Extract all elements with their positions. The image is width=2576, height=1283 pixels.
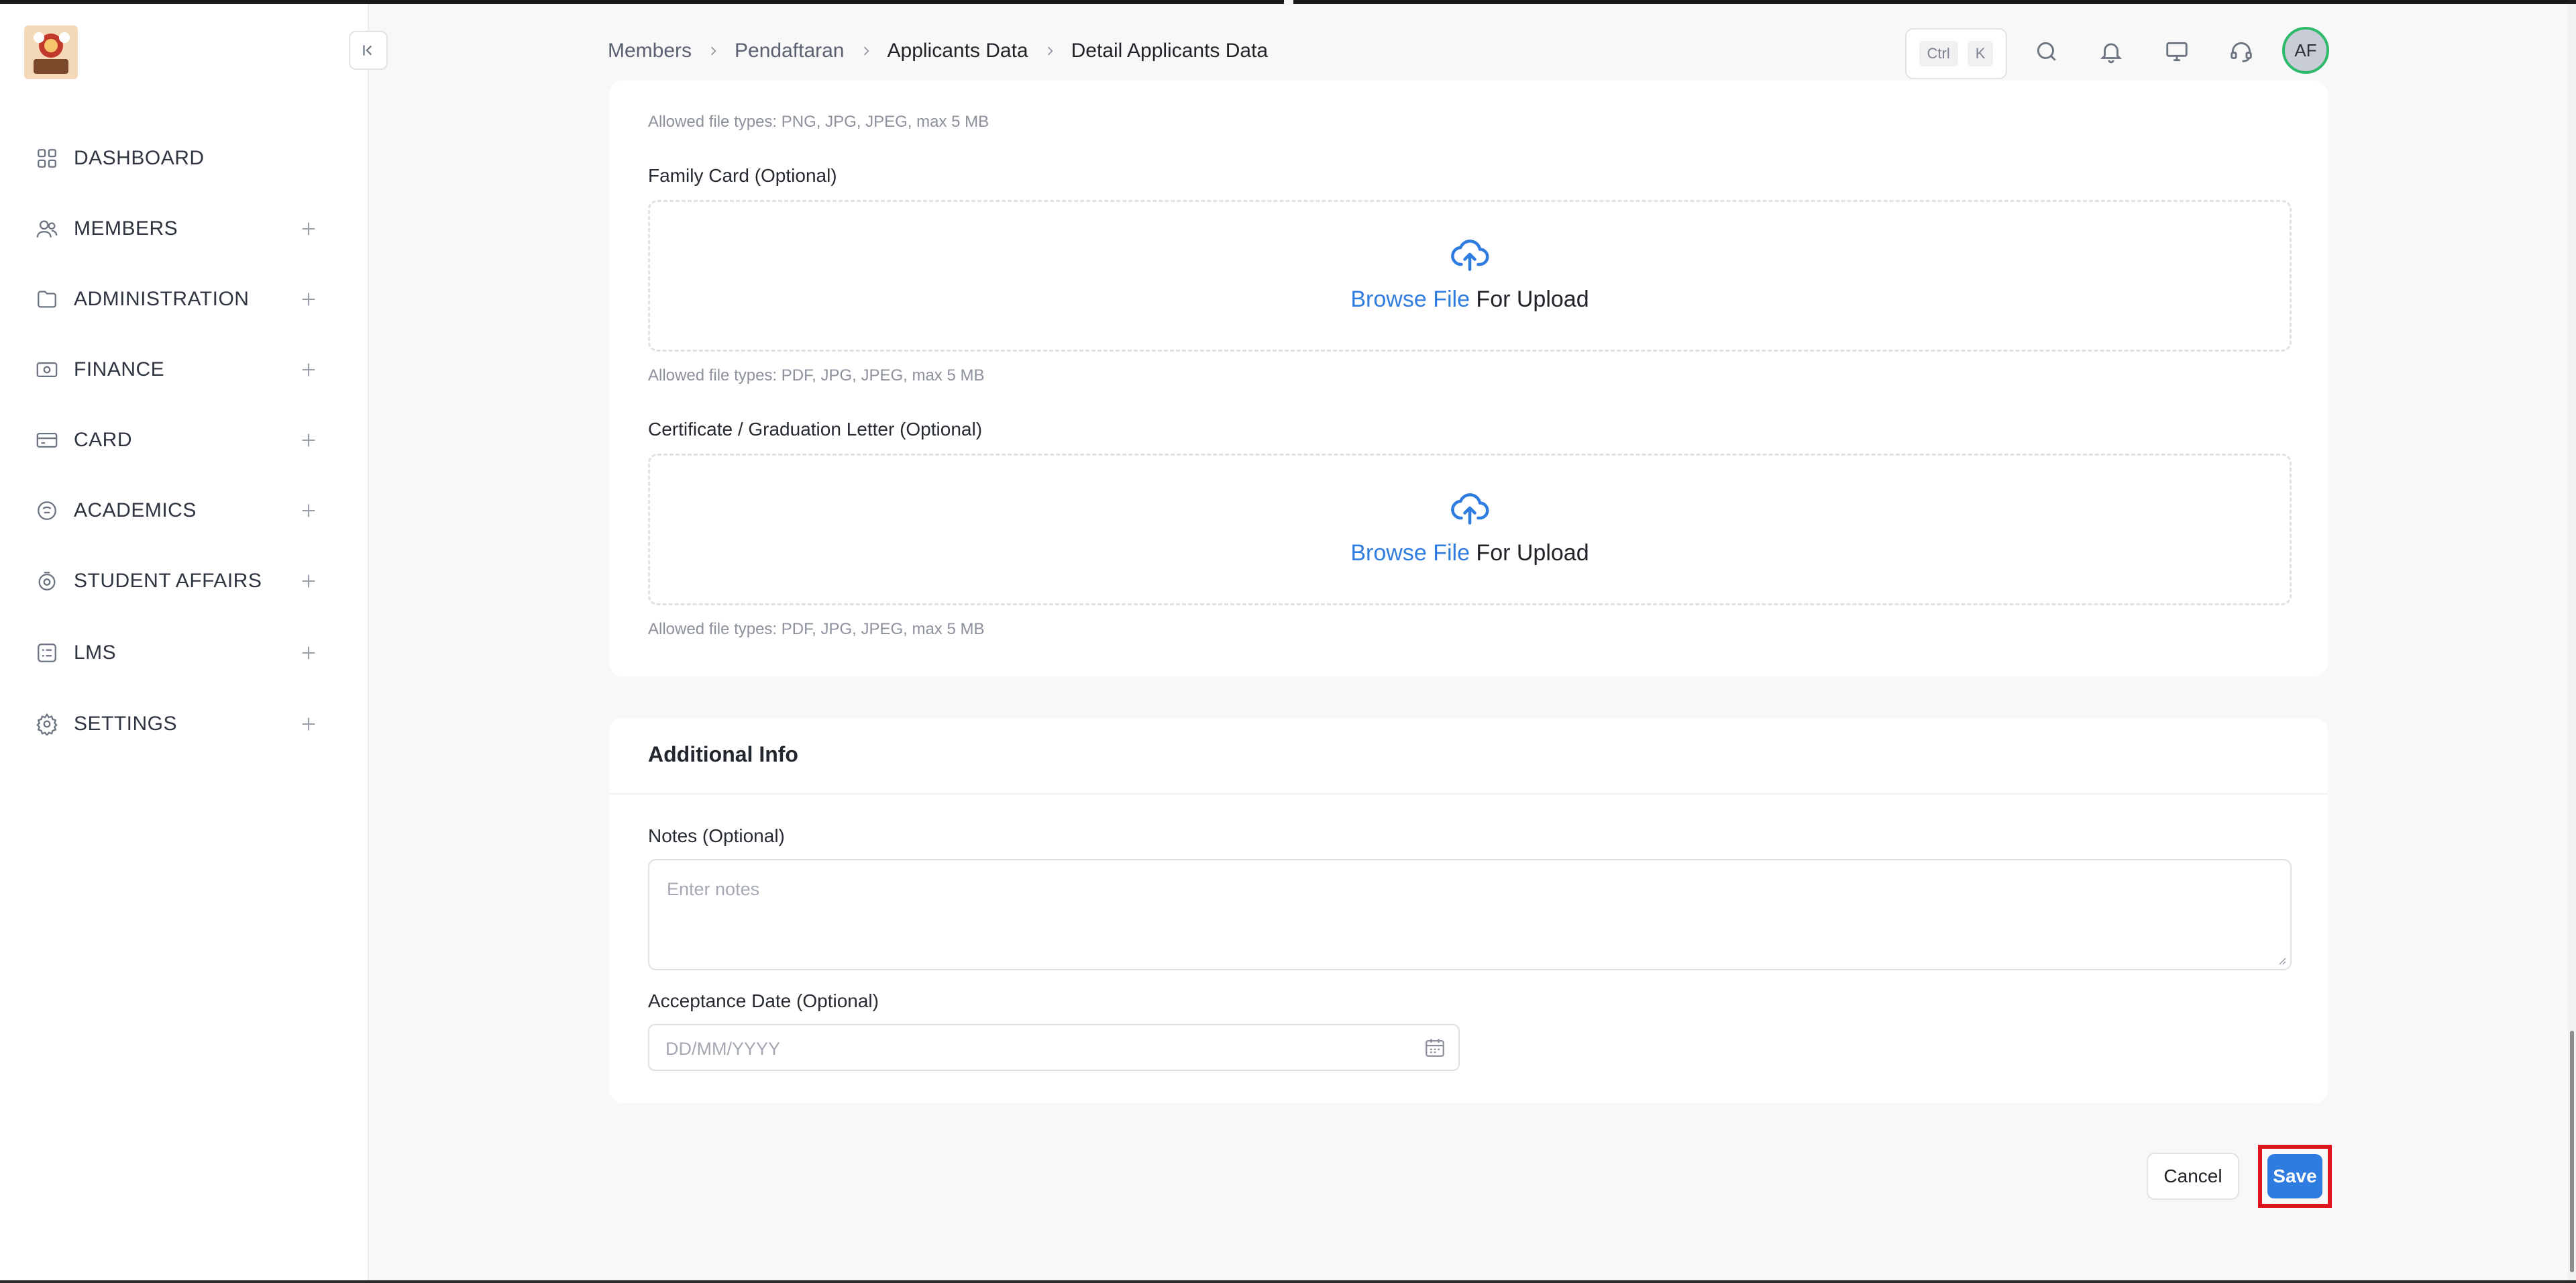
- upload-hint-suffix: For Upload: [1469, 287, 1589, 312]
- breadcrumb-pendaftaran[interactable]: Pendaftaran: [735, 40, 844, 62]
- sidebar-item-label: ADMINISTRATION: [74, 288, 250, 310]
- collapse-left-icon: [363, 45, 372, 56]
- date-placeholder: DD/MM/YYYY: [665, 1039, 781, 1059]
- window-top-edge: [0, 0, 2576, 5]
- plus-icon[interactable]: [299, 360, 318, 379]
- sidebar-item-label: ACADEMICS: [74, 499, 197, 521]
- plus-icon[interactable]: [299, 290, 318, 309]
- sidebar-item-label: STUDENT AFFAIRS: [74, 570, 262, 592]
- save-button-highlight: Save: [2258, 1145, 2332, 1208]
- plus-icon[interactable]: [299, 572, 318, 591]
- notes-placeholder: Enter notes: [667, 879, 760, 899]
- chevron-right-icon: [706, 44, 720, 58]
- search-icon[interactable]: [2031, 36, 2062, 67]
- kbd-ctrl: Ctrl: [1919, 41, 1958, 66]
- sidebar-item-label: FINANCE: [74, 358, 165, 380]
- plus-icon[interactable]: [299, 715, 318, 733]
- badge-icon: [34, 568, 60, 595]
- sidebar-item-label: CARD: [74, 429, 133, 451]
- avatar[interactable]: AF: [2282, 27, 2329, 74]
- certificate-label: Certificate / Graduation Letter (Optiona…: [648, 419, 983, 440]
- acceptance-date-label: Acceptance Date (Optional): [648, 990, 879, 1011]
- sidebar-item-label: DASHBOARD: [74, 147, 205, 169]
- plus-icon[interactable]: [299, 644, 318, 662]
- file-type-hint: Allowed file types: PDF, JPG, JPEG, max …: [648, 366, 985, 384]
- file-type-hint: Allowed file types: PDF, JPG, JPEG, max …: [648, 620, 985, 638]
- support-icon[interactable]: [2226, 36, 2257, 67]
- cloud-upload-icon: [1451, 240, 1489, 271]
- plus-icon[interactable]: [299, 219, 318, 238]
- sidebar-item-finance[interactable]: FINANCE: [0, 343, 368, 397]
- sidebar-item-card[interactable]: CARD: [0, 413, 368, 467]
- family-card-label: Family Card (Optional): [648, 165, 837, 186]
- plus-icon[interactable]: [299, 501, 318, 520]
- monitor-icon[interactable]: [2161, 36, 2192, 67]
- sidebar: DASHBOARD MEMBERS ADMINISTRATION FINANCE: [0, 4, 369, 1280]
- sidebar-item-label: MEMBERS: [74, 217, 178, 240]
- kbd-k: K: [1967, 41, 1994, 66]
- command-palette-shortcut[interactable]: Ctrl K: [1905, 28, 2007, 79]
- breadcrumb: Members Pendaftaran Applicants Data Deta…: [608, 38, 1268, 64]
- section-title: Additional Info: [648, 742, 798, 766]
- save-button[interactable]: Save: [2267, 1154, 2322, 1198]
- calendar-icon[interactable]: [1424, 1036, 1446, 1059]
- cancel-button[interactable]: Cancel: [2147, 1153, 2239, 1200]
- sidebar-item-dashboard[interactable]: DASHBOARD: [0, 132, 368, 185]
- users-icon: [34, 215, 60, 242]
- acceptance-date-input[interactable]: DD/MM/YYYY: [648, 1024, 1460, 1071]
- section-divider: [609, 793, 2328, 794]
- window-bottom-edge: [0, 1280, 2576, 1283]
- cash-icon: [34, 356, 60, 383]
- plus-icon[interactable]: [299, 431, 318, 450]
- upload-hint-suffix: For Upload: [1469, 540, 1589, 566]
- family-card-dropzone[interactable]: Browse File For Upload: [648, 200, 2292, 352]
- chevron-right-icon: [859, 44, 873, 58]
- sidebar-item-student-affairs[interactable]: STUDENT AFFAIRS: [0, 554, 368, 608]
- credit-card-icon: [34, 427, 60, 454]
- file-type-hint: Allowed file types: PNG, JPG, JPEG, max …: [648, 113, 989, 131]
- sidebar-item-administration[interactable]: ADMINISTRATION: [0, 272, 368, 326]
- scrollbar[interactable]: [2568, 4, 2576, 1280]
- gear-icon: [34, 711, 60, 737]
- academics-icon: [34, 497, 60, 524]
- checklist-icon: [34, 639, 60, 666]
- notes-label: Notes (Optional): [648, 825, 785, 846]
- chevron-right-icon: [1043, 44, 1057, 58]
- sidebar-collapse-button[interactable]: [349, 31, 388, 70]
- sidebar-item-academics[interactable]: ACADEMICS: [0, 484, 368, 537]
- browse-file-link[interactable]: Browse File: [1350, 287, 1470, 312]
- sidebar-item-label: LMS: [74, 642, 117, 664]
- app-logo[interactable]: [24, 25, 78, 79]
- resize-grip-icon[interactable]: [2275, 954, 2286, 965]
- sidebar-item-label: SETTINGS: [74, 713, 178, 735]
- bell-icon[interactable]: [2096, 36, 2127, 67]
- scrollbar-thumb[interactable]: [2570, 1031, 2574, 1272]
- sidebar-item-lms[interactable]: LMS: [0, 626, 368, 680]
- cloud-upload-icon: [1451, 493, 1489, 525]
- grid-icon: [34, 145, 60, 172]
- certificate-dropzone[interactable]: Browse File For Upload: [648, 454, 2292, 605]
- notes-textarea[interactable]: Enter notes: [648, 859, 2292, 970]
- folder-icon: [34, 286, 60, 313]
- breadcrumb-current: Detail Applicants Data: [1071, 40, 1269, 62]
- breadcrumb-members[interactable]: Members: [608, 40, 692, 62]
- breadcrumb-applicants-data[interactable]: Applicants Data: [888, 40, 1028, 62]
- sidebar-item-members[interactable]: MEMBERS: [0, 202, 368, 256]
- browse-file-link[interactable]: Browse File: [1350, 540, 1470, 566]
- sidebar-item-settings[interactable]: SETTINGS: [0, 697, 368, 751]
